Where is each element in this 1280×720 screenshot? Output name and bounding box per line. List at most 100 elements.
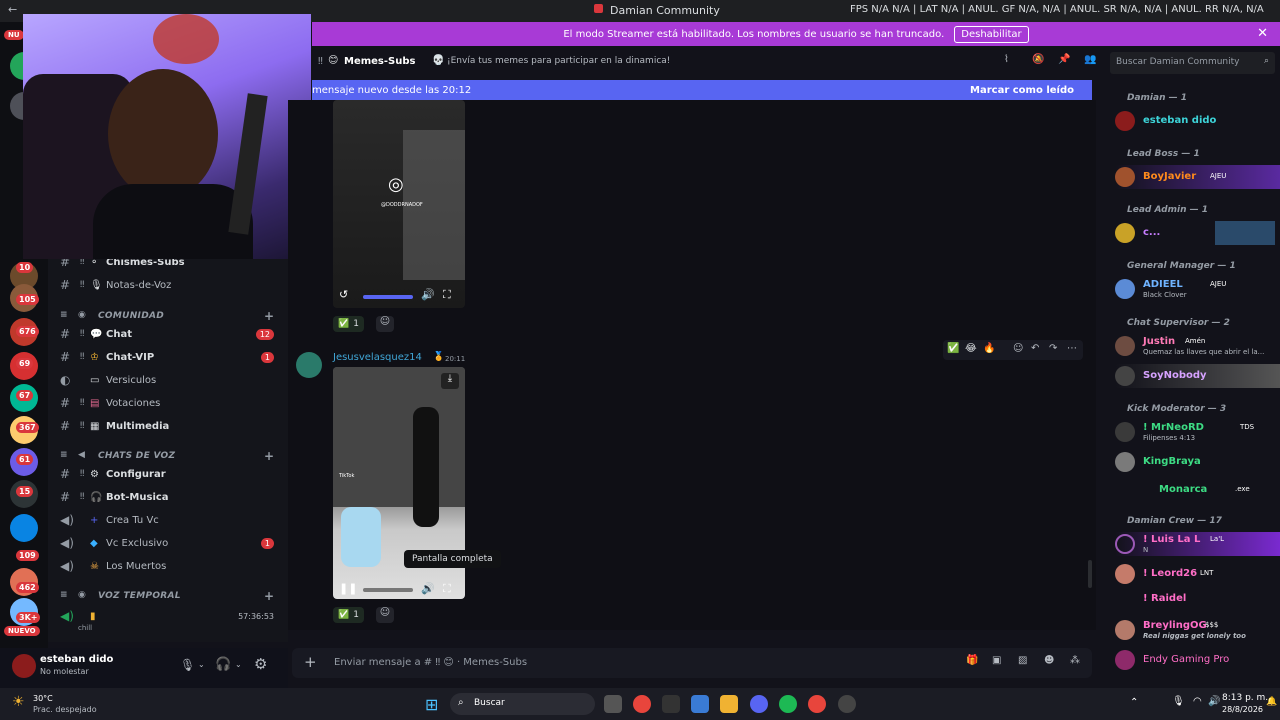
- members-icon[interactable]: 👥: [1084, 54, 1096, 65]
- photos-icon[interactable]: [691, 695, 709, 713]
- replay-icon[interactable]: ↺: [339, 288, 348, 301]
- windows-start-icon[interactable]: ⊞: [425, 695, 438, 714]
- file-explorer-icon[interactable]: [720, 695, 738, 713]
- search-input[interactable]: Buscar Damian Community ⌕: [1110, 52, 1275, 74]
- mute-bell-icon[interactable]: 🔕: [1032, 54, 1044, 65]
- chevron-down-icon[interactable]: ⌄: [198, 660, 205, 669]
- discord-icon[interactable]: [750, 695, 768, 713]
- wifi-icon[interactable]: ◠: [1193, 696, 1202, 707]
- threads-icon[interactable]: ⌇: [1004, 54, 1009, 65]
- member-item[interactable]: ADIEEL AJEU Black Clover: [1115, 277, 1280, 301]
- more-icon[interactable]: ⋯: [1067, 343, 1077, 354]
- channel-los-muertos[interactable]: ◀) ☠ Los Muertos: [48, 555, 288, 577]
- avatar: [1115, 167, 1135, 187]
- fullscreen-icon[interactable]: ⛶: [443, 288, 451, 302]
- check-icon[interactable]: ✅: [947, 343, 959, 354]
- sticker-icon[interactable]: ▨: [1018, 655, 1027, 666]
- volume-icon[interactable]: 🔊: [421, 288, 435, 301]
- add-reaction-icon[interactable]: ☺: [1013, 343, 1023, 354]
- disable-streamer-button[interactable]: Deshabilitar: [954, 25, 1029, 43]
- download-icon[interactable]: ⤓: [441, 373, 459, 389]
- forward-icon[interactable]: ↷: [1049, 343, 1057, 354]
- channel-chat[interactable]: # ‼ 💬 Chat 12: [48, 323, 288, 345]
- add-channel-icon[interactable]: +: [264, 309, 274, 323]
- member-item[interactable]: Justin Amén Quemaz las llaves que abrir el…: [1115, 334, 1280, 358]
- member-item[interactable]: Endy Gaming Pro: [1115, 648, 1280, 672]
- chevron-down-icon[interactable]: ⌄: [235, 660, 242, 669]
- channel-bot-musica[interactable]: # ‼ 🎧 Bot-Musica: [48, 486, 288, 508]
- reaction-checkmark[interactable]: ✅ 1: [333, 607, 364, 623]
- pin-icon[interactable]: 📌: [1058, 54, 1070, 65]
- new-messages-bar[interactable]: mensaje nuevo desde las 20:12 Marcar com…: [312, 80, 1092, 100]
- avatar[interactable]: [296, 352, 322, 378]
- member-item[interactable]: ! Raidel: [1115, 590, 1280, 614]
- message-author[interactable]: Jesusvelasquez14: [333, 352, 422, 363]
- channel-versiculos[interactable]: ◐ ▭ Versiculos: [48, 369, 288, 391]
- add-reaction-icon[interactable]: ☺: [376, 316, 394, 332]
- volume-icon[interactable]: 🔊: [1208, 696, 1220, 707]
- channel-notas-de-voz[interactable]: # ‼ 🎙 Notas-de-Voz: [48, 274, 288, 296]
- reply-icon[interactable]: ↶: [1031, 343, 1039, 354]
- fullscreen-icon[interactable]: ⛶: [443, 582, 451, 596]
- avatar: [1115, 366, 1135, 386]
- member-item[interactable]: ! MrNeoRD TDS Filipenses 4:13: [1115, 420, 1280, 444]
- chevron-up-icon[interactable]: ⌃: [1130, 697, 1138, 708]
- laugh-icon[interactable]: 😂: [965, 343, 977, 354]
- channel-crea-tu-vc[interactable]: ◀) + Crea Tu Vc: [48, 509, 288, 531]
- avatar[interactable]: [12, 654, 36, 678]
- gift-icon[interactable]: 🎁: [966, 655, 978, 666]
- channel-vc-exclusivo[interactable]: ◀) ◆ Vc Exclusivo 1: [48, 532, 288, 554]
- member-item[interactable]: SoyNobody: [1115, 364, 1280, 388]
- app-icon[interactable]: [662, 695, 680, 713]
- video-progress[interactable]: [363, 588, 413, 592]
- clock-time[interactable]: 8:13 p. m.: [1222, 693, 1268, 703]
- volume-icon[interactable]: 🔊: [421, 582, 435, 595]
- member-item[interactable]: c...: [1115, 221, 1280, 245]
- chrome-icon[interactable]: [633, 695, 651, 713]
- member-item[interactable]: BreylingOG $$$ Real niggas get lonely too: [1115, 618, 1280, 642]
- channel-configurar[interactable]: # ‼ ⚙ Configurar: [48, 463, 288, 485]
- microphone-icon[interactable]: 🎙: [1172, 696, 1185, 707]
- add-channel-icon[interactable]: +: [264, 589, 274, 603]
- chrome-icon[interactable]: [808, 695, 826, 713]
- spotify-icon[interactable]: [779, 695, 797, 713]
- server-icon[interactable]: [10, 514, 38, 542]
- member-item[interactable]: esteban dido: [1115, 109, 1280, 133]
- headphones-icon[interactable]: 🎧: [215, 657, 231, 672]
- video-attachment[interactable]: ◎ @DODDRNADOF ↺ 🔊 ⛶: [333, 100, 465, 308]
- add-reaction-icon[interactable]: ☺: [376, 607, 394, 623]
- pause-icon[interactable]: ❚❚: [339, 582, 357, 595]
- scrollbar[interactable]: [1088, 560, 1092, 588]
- apps-icon[interactable]: ⁂: [1070, 655, 1080, 666]
- channel-multimedia[interactable]: # ‼ ▦ Multimedia: [48, 415, 288, 437]
- volume-slider[interactable]: [363, 295, 413, 299]
- message-composer[interactable]: + Enviar mensaje a # ‼ 😊 · Memes-Subs 🎁 …: [292, 648, 1092, 678]
- mention-badge: 12: [255, 328, 274, 340]
- member-item[interactable]: ! Luis La L La'L N: [1115, 532, 1280, 556]
- gif-icon[interactable]: ▣: [992, 655, 1001, 666]
- clock-date[interactable]: 28/8/2026: [1222, 705, 1263, 714]
- member-item[interactable]: KingBraya: [1115, 450, 1280, 474]
- back-arrow-icon[interactable]: ←: [8, 3, 17, 16]
- category-voz-temporal[interactable]: ≡ ◉ VOZ TEMPORAL +: [48, 587, 288, 607]
- reaction-checkmark[interactable]: ✅ 1: [333, 316, 364, 332]
- emoji-icon[interactable]: ☻: [1044, 655, 1054, 666]
- channel-votaciones[interactable]: # ‼ ▤ Votaciones: [48, 392, 288, 414]
- add-channel-icon[interactable]: +: [264, 449, 274, 463]
- app-icon[interactable]: [838, 695, 856, 713]
- task-view-icon[interactable]: [604, 695, 622, 713]
- taskbar-search[interactable]: ⌕ Buscar: [450, 693, 595, 715]
- fire-icon[interactable]: 🔥: [983, 343, 995, 354]
- gear-icon[interactable]: ⚙: [254, 655, 267, 673]
- channel-label: Chat-VIP: [106, 351, 155, 363]
- close-icon[interactable]: ✕: [1257, 26, 1268, 41]
- member-item[interactable]: ! Leord26 LNT: [1115, 562, 1280, 586]
- add-attachment-icon[interactable]: +: [304, 653, 317, 671]
- channel-chat-vip[interactable]: # ‼ ♔ Chat-VIP 1: [48, 346, 288, 368]
- member-item[interactable]: BoyJavier AJEU: [1115, 165, 1280, 189]
- member-item[interactable]: Monarca .exe: [1115, 478, 1280, 502]
- weather-icon[interactable]: ☀: [12, 694, 25, 710]
- notifications-icon[interactable]: 🔔: [1266, 697, 1277, 707]
- mark-as-read-button[interactable]: Marcar como leído: [970, 85, 1074, 96]
- microphone-icon[interactable]: 🎙: [180, 658, 195, 672]
